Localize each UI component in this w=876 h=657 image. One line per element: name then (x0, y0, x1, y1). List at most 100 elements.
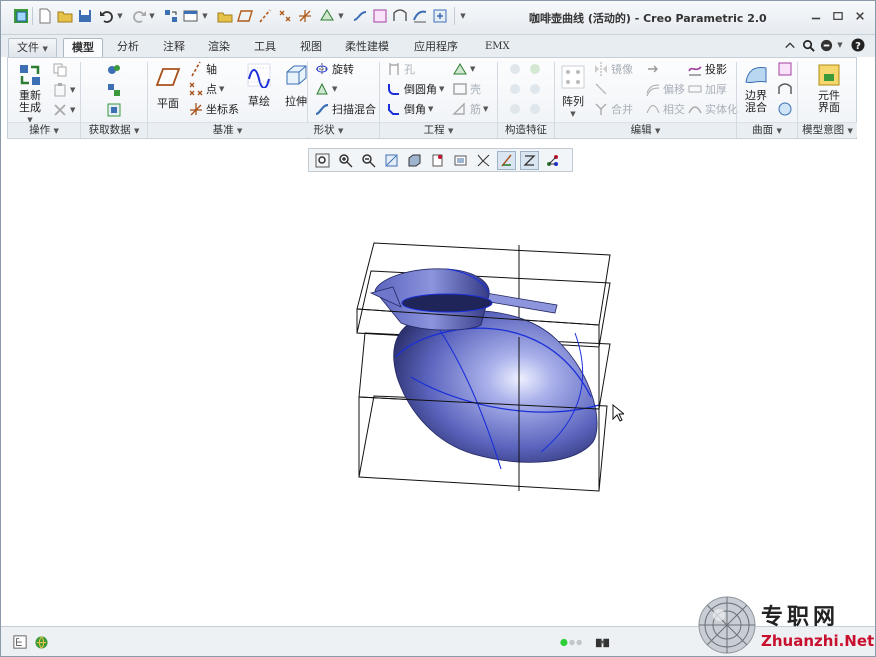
round-button[interactable]: 倒圆角 ▼ (386, 81, 444, 97)
revolve-button[interactable]: 旋转 (314, 61, 354, 77)
fill-surface-button[interactable] (777, 61, 793, 77)
tab-flexible-modeling[interactable]: 柔性建模 (337, 38, 397, 57)
tab-analysis[interactable]: 分析 (109, 38, 147, 57)
undo-icon[interactable] (99, 8, 115, 24)
construct-feature-5-icon[interactable] (508, 102, 522, 116)
point-quick-icon[interactable] (277, 8, 293, 24)
maximize-icon[interactable] (831, 10, 845, 22)
zoom-out-icon[interactable] (359, 151, 378, 170)
construct-feature-1-icon[interactable] (508, 62, 522, 76)
tab-render[interactable]: 渲染 (200, 38, 238, 57)
copy-button[interactable] (52, 62, 68, 78)
group-get-data-label[interactable]: 获取数据 ▼ (81, 122, 147, 137)
boundary-quick-icon[interactable] (392, 8, 408, 24)
open-folder2-icon[interactable] (217, 8, 233, 24)
user-defined-feature-button[interactable] (106, 62, 122, 78)
copy-geometry-button[interactable] (106, 82, 122, 98)
display-style-icon[interactable] (405, 151, 424, 170)
open-folder-icon[interactable] (57, 8, 73, 24)
sweep-quick-icon[interactable] (352, 8, 368, 24)
undo-dropdown-icon[interactable]: ▼ (116, 8, 124, 24)
perspective-icon[interactable] (474, 151, 493, 170)
chamfer-button[interactable]: 倒角 ▼ (386, 101, 433, 117)
minimize-icon[interactable] (809, 10, 823, 22)
refit-icon[interactable] (313, 151, 332, 170)
customize-qat-icon[interactable]: ▼ (458, 8, 468, 24)
construct-feature-2-icon[interactable] (528, 62, 542, 76)
draft-button[interactable]: ▼ (452, 61, 475, 77)
csys-button[interactable]: 坐标系 (188, 101, 239, 117)
extend-button[interactable] (645, 61, 661, 77)
redo-icon[interactable] (131, 8, 147, 24)
close-icon[interactable] (853, 10, 867, 22)
find-icon[interactable] (593, 633, 611, 651)
trim-button[interactable] (593, 81, 609, 97)
pattern-button[interactable]: 阵列 ▼ (559, 64, 587, 120)
group-model-intent-label[interactable]: 模型意图 ▼ (798, 122, 857, 137)
regenerate-button[interactable]: 重新生成 ▼ (11, 62, 49, 126)
group-surfaces-label[interactable]: 曲面 ▼ (737, 122, 797, 137)
group-shapes-label[interactable]: 形状 ▼ (278, 122, 379, 137)
tab-applications[interactable]: 应用程序 (406, 38, 466, 57)
model-tree-toggle-icon[interactable] (11, 633, 29, 651)
sketch-quick-icon[interactable] (372, 8, 388, 24)
new-file-icon[interactable] (37, 8, 53, 24)
project-button[interactable]: 投影 (687, 61, 727, 77)
tab-model[interactable]: 模型 (63, 38, 103, 57)
construct-feature-6-icon[interactable] (528, 102, 542, 116)
group-construct-label[interactable]: 构造特征 (498, 122, 554, 137)
model-viewport[interactable] (341, 237, 631, 497)
ribbon-minimize-icon[interactable] (783, 38, 797, 52)
hole-button[interactable]: 孔 (386, 61, 415, 77)
surface-quick-icon[interactable] (412, 8, 428, 24)
mirror-button[interactable]: 镜像 (593, 61, 633, 77)
saved-orientations-icon[interactable] (428, 151, 447, 170)
view-orient-dropdown-icon[interactable]: ▼ (337, 8, 345, 24)
regenerate-quick-icon[interactable] (163, 8, 179, 24)
help-icon[interactable]: ? (851, 38, 865, 52)
tab-view[interactable]: 视图 (292, 38, 330, 57)
spin-center-icon[interactable] (543, 151, 562, 170)
merge-button[interactable]: 合并 (593, 101, 633, 117)
rib-button[interactable]: 筋 ▼ (452, 101, 488, 117)
coffee-pot-model[interactable] (369, 268, 600, 470)
zoom-in-icon[interactable] (336, 151, 355, 170)
group-engineering-label[interactable]: 工程 ▼ (380, 122, 497, 137)
browser-toggle-icon[interactable] (32, 633, 50, 651)
save-icon[interactable] (77, 8, 93, 24)
style-surface-button[interactable] (777, 81, 793, 97)
point-button[interactable]: 点 ▼ (188, 81, 224, 97)
search-icon[interactable] (801, 38, 815, 52)
group-operations-label[interactable]: 操作 ▼ (8, 122, 80, 137)
intersect-button[interactable]: 相交 (645, 101, 685, 117)
plane-quick-icon[interactable] (237, 8, 253, 24)
component-interface-button[interactable]: 元件界面 (812, 62, 846, 114)
community-dropdown-icon[interactable]: ▼ (835, 38, 845, 52)
freestyle-button[interactable] (777, 101, 793, 117)
axis-quick-icon[interactable] (257, 8, 273, 24)
thicken-button[interactable]: 加厚 (687, 81, 727, 97)
construct-feature-4-icon[interactable] (528, 82, 542, 96)
sweep-button[interactable]: ▼ (314, 81, 337, 97)
annotation-display-icon[interactable] (520, 150, 539, 170)
tab-emx[interactable]: EMX (477, 38, 518, 57)
tab-annotate[interactable]: 注释 (155, 38, 193, 57)
view-manager-icon[interactable] (451, 151, 470, 170)
view-orient-icon[interactable] (319, 8, 335, 24)
offset-button[interactable]: 偏移 (645, 81, 685, 97)
swept-blend-button[interactable]: 扫描混合 (314, 101, 376, 117)
axis-button[interactable]: 轴 (188, 61, 217, 77)
windows-dropdown-icon[interactable]: ▼ (201, 8, 209, 24)
shell-button[interactable]: 壳 (452, 81, 481, 97)
extrude-button[interactable]: 拉伸 (281, 62, 311, 108)
tab-file[interactable]: 文件 ▼ (8, 38, 57, 57)
group-editing-label[interactable]: 编辑 ▼ (555, 122, 736, 137)
delete-button[interactable]: ▼ (52, 102, 75, 118)
windows-icon[interactable] (183, 8, 199, 24)
community-icon[interactable] (819, 38, 833, 52)
plane-button[interactable]: 平面 (152, 64, 184, 110)
paste-button[interactable]: ▼ (52, 82, 75, 98)
export-quick-icon[interactable] (432, 8, 448, 24)
datum-display-icon[interactable] (497, 150, 516, 170)
redo-dropdown-icon[interactable]: ▼ (148, 8, 156, 24)
